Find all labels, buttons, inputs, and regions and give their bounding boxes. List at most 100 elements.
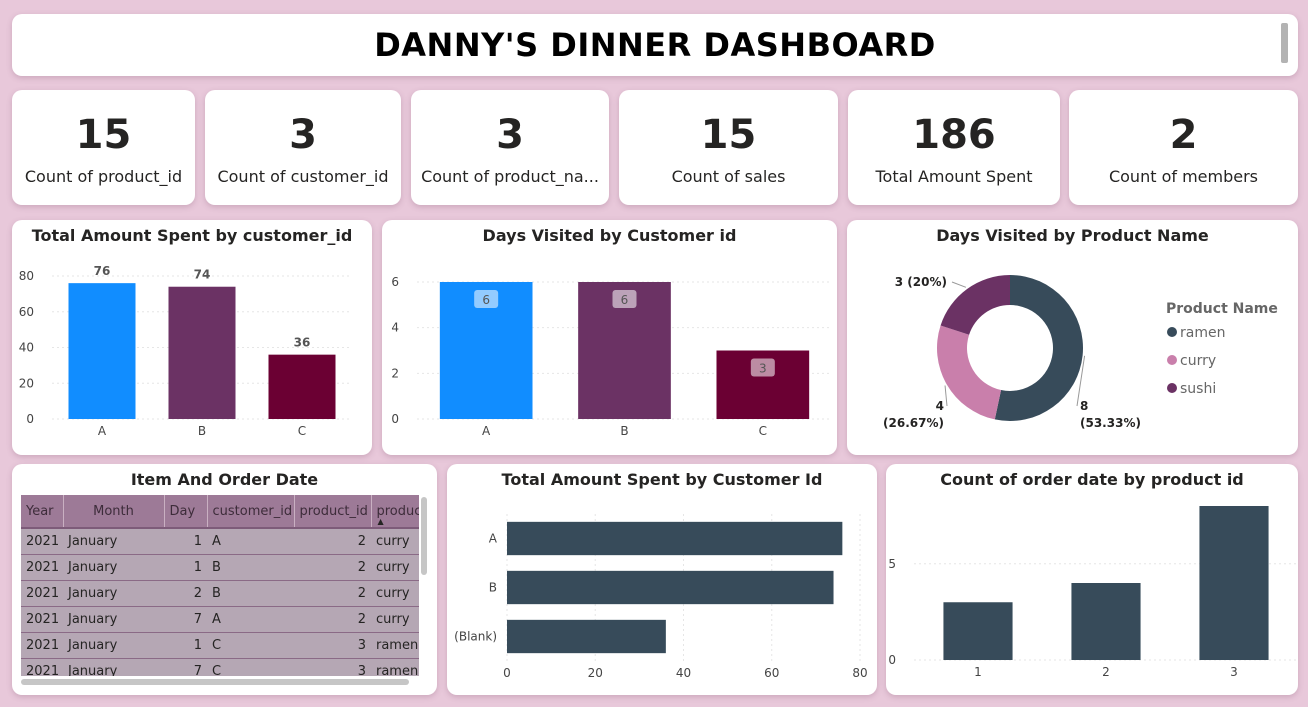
- bar: [1199, 506, 1269, 660]
- table-cell: ramen: [371, 632, 419, 659]
- leader-line: [951, 281, 967, 288]
- x-tick-label: A: [482, 424, 491, 438]
- table-cell: January: [63, 632, 164, 659]
- kpi-card-sales-count: 15 Count of sales: [619, 90, 838, 205]
- table-cell: ramen: [371, 658, 419, 676]
- kpi-card-total-spent: 186 Total Amount Spent: [848, 90, 1060, 205]
- kpi-value: 3: [289, 112, 317, 158]
- data-label: 6: [482, 293, 490, 307]
- table-title: Item And Order Date: [130, 470, 319, 489]
- table-cell: 7: [164, 606, 207, 633]
- table-row[interactable]: 2021 January 1 B 2 curry: [21, 554, 419, 581]
- table-horizontal-scrollbar[interactable]: [21, 679, 409, 685]
- table-cell: 2: [294, 554, 371, 581]
- y-tick-label: 5: [888, 557, 896, 571]
- table-cell: 1: [164, 554, 207, 581]
- x-tick-label: C: [759, 424, 767, 438]
- table-cell: 3: [294, 632, 371, 659]
- kpi-label: Count of members: [1108, 167, 1259, 186]
- y-tick-label: A: [489, 532, 498, 546]
- table-cell: 2021: [21, 527, 63, 555]
- table-cell: January: [63, 658, 164, 676]
- x-tick-label: 0: [503, 666, 511, 680]
- dashboard-title: DANNY'S DINNER DASHBOARD: [374, 26, 936, 64]
- y-tick-label: 0: [391, 412, 399, 426]
- table-cell: 3: [294, 658, 371, 676]
- table-cell: 2: [164, 580, 207, 607]
- data-label: 8: [1080, 399, 1088, 413]
- y-tick-label: 80: [19, 269, 34, 283]
- x-tick-label: C: [298, 424, 306, 438]
- amount-by-customer-chart: 0 20 40 60 80 A 76 B 74 C 36: [19, 264, 352, 438]
- table-cell: January: [63, 527, 164, 555]
- column-header-month[interactable]: Month: [63, 495, 165, 528]
- data-label: 6: [621, 293, 629, 307]
- y-tick-label: 4: [391, 321, 399, 335]
- legend-label: curry: [1180, 353, 1216, 369]
- x-tick-label: B: [198, 424, 206, 438]
- legend-marker: [1167, 327, 1177, 337]
- data-label: 36: [294, 336, 311, 350]
- column-header-customer-id[interactable]: customer_id: [207, 495, 295, 528]
- bar: [68, 283, 136, 419]
- table-cell: 2021: [21, 554, 63, 581]
- table-vertical-scrollbar[interactable]: [421, 497, 427, 575]
- x-tick-label: B: [620, 424, 628, 438]
- table-cell: 2021: [21, 658, 63, 676]
- amount-by-customer-id-card: Total Amount Spent by Customer Id 0 20 40 6…: [447, 464, 877, 695]
- item-order-date-card: Item And Order Date Year Month Day custo…: [12, 464, 437, 695]
- legend-marker: [1167, 383, 1177, 393]
- x-tick-label: 80: [852, 666, 867, 680]
- bar: [507, 619, 666, 654]
- header-card: DANNY'S DINNER DASHBOARD: [12, 14, 1298, 76]
- table-cell: curry: [371, 580, 419, 607]
- y-tick-label: B: [489, 581, 497, 595]
- table-cell: January: [63, 580, 164, 607]
- data-label: 3 (20%): [895, 275, 947, 289]
- column-header-day[interactable]: Day: [164, 495, 208, 528]
- data-label-percent: (26.67%): [883, 416, 944, 430]
- sort-ascending-icon[interactable]: ▲: [378, 518, 384, 526]
- x-tick-label: 2: [1102, 665, 1110, 679]
- table-row[interactable]: 2021 January 1 A 2 curry: [21, 527, 419, 555]
- kpi-card-product-name-count: 3 Count of product_na...: [411, 90, 609, 205]
- bar: [168, 286, 236, 419]
- table-cell: curry: [371, 554, 419, 581]
- y-tick-label: 60: [19, 305, 34, 319]
- order-date-by-product-card: Count of order date by product id 05123: [886, 464, 1298, 695]
- table-row[interactable]: 2021 January 2 B 2 curry: [21, 580, 419, 607]
- x-tick-label: 3: [1230, 665, 1238, 679]
- table-cell: 2021: [21, 632, 63, 659]
- y-tick-label: (Blank): [454, 630, 497, 644]
- table-cell: B: [207, 554, 294, 581]
- kpi-card-members-count: 2 Count of members: [1069, 90, 1298, 205]
- column-header-product-name[interactable]: product_name ▲: [371, 495, 419, 528]
- column-header-product-id[interactable]: product_id: [294, 495, 372, 528]
- x-tick-label: 40: [676, 666, 691, 680]
- table-row[interactable]: 2021 January 7 A 2 curry: [21, 606, 419, 633]
- bar: [943, 602, 1013, 660]
- x-tick-label: A: [98, 424, 107, 438]
- bar: [507, 521, 843, 556]
- days-by-product-card: Days Visited by Product Name 8 (53.33%) 4(…: [847, 220, 1298, 455]
- table-row[interactable]: 2021 January 1 C 3 ramen: [21, 632, 419, 659]
- days-by-customer-card: Days Visited by Customer id 0246A6B6C3: [382, 220, 837, 455]
- table-header-row: Year Month Day customer_id product_id pr…: [21, 495, 419, 528]
- table-cell: 2: [294, 606, 371, 633]
- kpi-value: 15: [700, 112, 757, 158]
- donut-slice: [940, 275, 1010, 335]
- table-cell: 2021: [21, 580, 63, 607]
- table-cell: 1: [164, 632, 207, 659]
- data-label: 74: [194, 268, 211, 282]
- days-by-customer-chart: 0 2 4 6 A 6 B 6 C 3: [391, 275, 832, 438]
- column-header-year[interactable]: Year: [21, 495, 64, 528]
- table-cell: 7: [164, 658, 207, 676]
- leader-line: [944, 385, 948, 407]
- table-row[interactable]: 2021 January 7 C 3 ramen: [21, 658, 419, 676]
- kpi-card-customer-count: 3 Count of customer_id: [205, 90, 401, 205]
- table-cell: curry: [371, 606, 419, 633]
- data-label: 76: [94, 264, 111, 278]
- legend-label: ramen: [1180, 325, 1225, 341]
- amount-by-customer-card: Total Amount Spent by customer_id 0 20 40 6…: [12, 220, 372, 455]
- header-scrollbar[interactable]: [1281, 23, 1288, 63]
